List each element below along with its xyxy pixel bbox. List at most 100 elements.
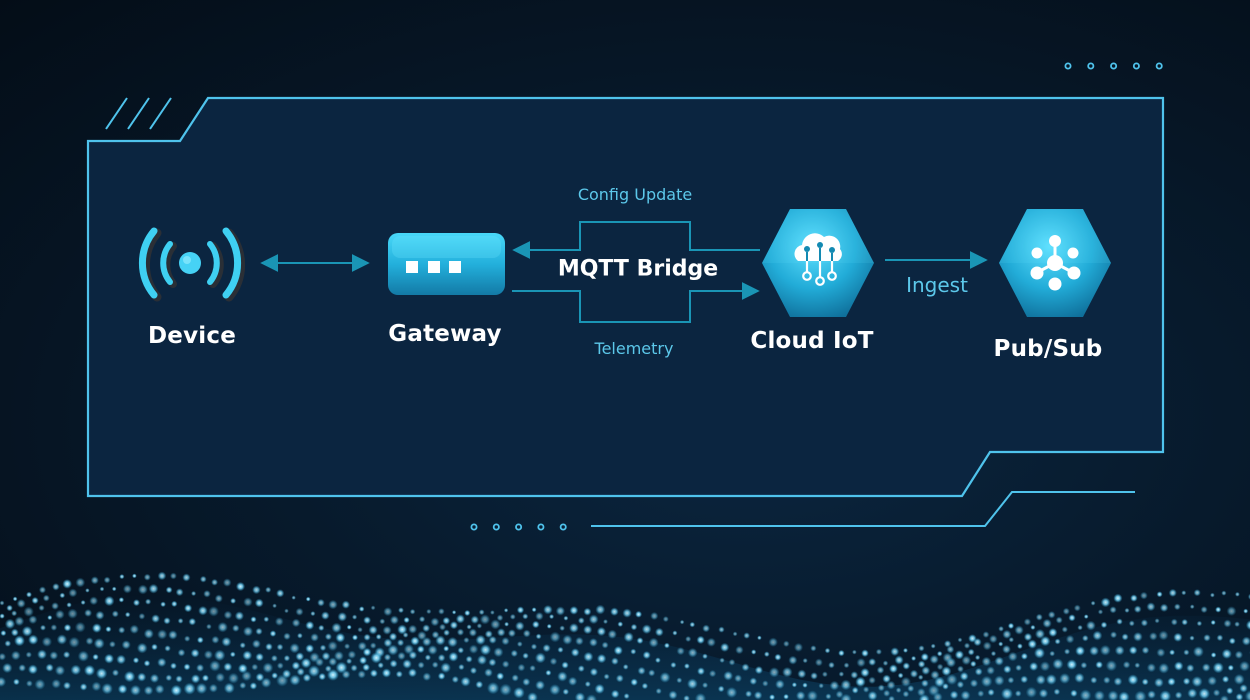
particle-dot <box>478 609 485 616</box>
particle-dot <box>169 572 177 580</box>
particle-dot <box>1216 634 1224 642</box>
particle-dot <box>203 650 214 660</box>
particle-dot <box>136 642 148 654</box>
particle-dot <box>1077 624 1083 631</box>
particle-dot <box>157 657 167 668</box>
particle-dot <box>363 616 372 625</box>
particle-dot <box>118 626 126 634</box>
particle-dot <box>382 625 392 635</box>
particle-dot <box>26 591 32 598</box>
particle-dot <box>165 586 173 594</box>
particle-dot <box>920 652 929 662</box>
particle-dot <box>346 624 352 630</box>
particle-dot <box>175 588 184 597</box>
particle-dot <box>1173 661 1184 671</box>
particle-dot <box>101 682 113 695</box>
particle-dot <box>980 675 993 688</box>
particle-dot <box>148 583 159 594</box>
particle-dot <box>239 681 247 690</box>
particle-dot <box>814 658 823 667</box>
particle-dot <box>1227 664 1234 671</box>
particle-dot <box>1233 673 1245 685</box>
particle-dot <box>503 608 509 613</box>
particle-dot <box>479 614 491 625</box>
particle-dot <box>184 635 191 642</box>
particle-dot <box>623 631 634 643</box>
particle-dot <box>370 652 382 664</box>
particle-dot <box>89 596 99 606</box>
particle-dot <box>431 661 439 669</box>
decor-dot <box>1155 62 1163 70</box>
particle-dot <box>223 662 233 672</box>
particle-dot <box>479 644 492 656</box>
particle-dot <box>232 624 240 632</box>
particle-dot <box>476 623 483 629</box>
particle-dot <box>1113 677 1123 686</box>
particle-dot <box>493 647 504 658</box>
particle-dot <box>648 669 656 677</box>
gateway-indicator-light <box>449 261 461 273</box>
particle-dot <box>696 635 705 645</box>
particle-dot <box>163 617 171 625</box>
particle-dot <box>195 682 208 695</box>
particle-dot <box>318 672 327 681</box>
particle-dot <box>1007 651 1018 662</box>
particle-dot <box>1061 626 1068 633</box>
particle-dot <box>1158 662 1170 674</box>
particle-dot <box>317 598 325 607</box>
particle-dot <box>92 653 99 661</box>
particle-dot <box>41 636 53 647</box>
particle-dot <box>545 669 552 676</box>
particle-dot <box>960 690 971 700</box>
particle-dot <box>443 629 450 637</box>
particle-dot <box>1029 661 1039 672</box>
particle-dot <box>398 607 404 614</box>
particle-dot <box>1133 605 1142 614</box>
particle-dot <box>223 610 233 620</box>
particle-dot <box>594 683 605 695</box>
particle-dot <box>305 644 315 653</box>
particle-dot <box>95 667 108 680</box>
particle-dot <box>818 683 824 689</box>
particle-dot <box>289 643 300 654</box>
particle-dot <box>289 674 301 686</box>
particle-dot <box>468 644 479 654</box>
particle-dot <box>213 649 226 662</box>
particle-dot <box>982 631 990 639</box>
particle-dot <box>28 634 39 645</box>
particle-dot <box>570 648 580 657</box>
particle-dot <box>111 669 120 677</box>
particle-dot <box>888 664 898 674</box>
particle-dot <box>318 624 325 632</box>
particle-dot <box>241 670 252 682</box>
particle-dot <box>196 636 204 644</box>
particle-dot <box>883 689 891 697</box>
particle-dot <box>1000 687 1014 700</box>
particle-dot <box>654 627 664 637</box>
particle-dot <box>1212 689 1221 697</box>
particle-dot <box>622 608 632 618</box>
particle-dot <box>1020 675 1029 684</box>
particle-dot <box>802 657 808 664</box>
slash-line <box>149 97 172 130</box>
particle-dot <box>421 636 432 647</box>
particle-dot <box>4 640 12 647</box>
particle-dot <box>1141 678 1149 686</box>
particle-dot <box>946 673 958 686</box>
particle-dot <box>630 623 638 631</box>
particle-dot <box>745 690 753 698</box>
particle-dot <box>448 651 459 662</box>
slash-line <box>105 97 128 130</box>
particle-dot <box>0 613 5 619</box>
cloud-iot-label: Cloud IoT <box>750 328 874 354</box>
config-update-label: Config Update <box>577 185 693 204</box>
particle-dot <box>555 606 566 616</box>
particle-dot <box>357 670 366 679</box>
particle-dot <box>949 690 959 700</box>
particle-dot <box>1070 689 1078 698</box>
particle-dot <box>62 579 73 589</box>
particle-dot <box>994 656 1004 666</box>
particle-dot <box>252 585 261 595</box>
particle-dot <box>83 664 96 677</box>
particle-dot <box>1059 672 1071 685</box>
